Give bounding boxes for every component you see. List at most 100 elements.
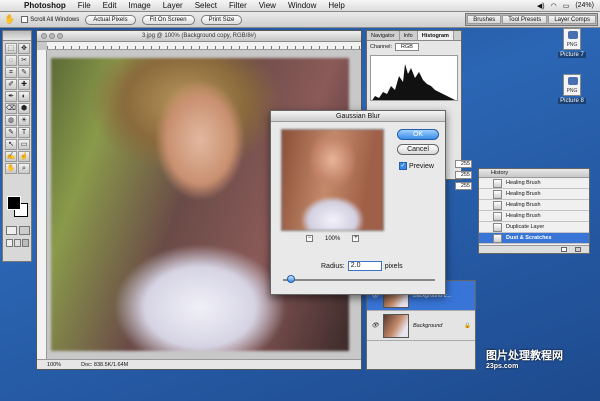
clone-stamp-tool-icon[interactable]: ✒ [5, 91, 17, 102]
checkbox-icon [21, 15, 29, 23]
dialog-title[interactable]: Gaussian Blur [271, 111, 445, 122]
full-screen-menu-icon[interactable] [14, 239, 21, 247]
close-icon[interactable] [41, 33, 47, 39]
menu-photoshop[interactable]: Photoshop [18, 1, 72, 10]
history-item-label: Healing Brush [506, 213, 541, 219]
color-swatches[interactable] [7, 196, 29, 218]
eyedropper-tool-icon[interactable]: ☝ [18, 151, 30, 162]
lasso-tool-icon[interactable]: ◌ [5, 55, 17, 66]
history-item[interactable]: Duplicate Layer [479, 222, 589, 233]
menu-file[interactable]: File [72, 1, 97, 10]
standard-mode-icon[interactable] [6, 226, 17, 235]
level-value-2[interactable]: 255 [455, 171, 472, 179]
standard-screen-icon[interactable] [6, 239, 13, 247]
dodge-tool-icon[interactable]: ☀ [18, 115, 30, 126]
healing-brush-tool-icon[interactable]: ✐ [5, 79, 17, 90]
zoom-out-icon[interactable]: − [306, 235, 313, 242]
document-statusbar: 100% Doc: 838.5K/1.64M [37, 359, 361, 369]
blur-preview[interactable] [281, 129, 384, 231]
zoom-icon[interactable] [57, 33, 63, 39]
foreground-color-swatch[interactable] [7, 196, 21, 210]
well-tab-layer-comps[interactable]: Layer Comps [548, 15, 596, 24]
vertical-ruler[interactable] [37, 50, 47, 359]
history-item-label: Healing Brush [506, 202, 541, 208]
menu-layer[interactable]: Layer [157, 1, 189, 10]
zoom-in-icon[interactable]: + [352, 235, 360, 242]
level-value-1[interactable]: 255 [455, 160, 472, 168]
trash-icon[interactable] [575, 247, 581, 252]
menu-select[interactable]: Select [189, 1, 223, 10]
tab-navigator[interactable]: Navigator [367, 31, 400, 40]
menu-help[interactable]: Help [322, 1, 350, 10]
level-value-3[interactable]: 255 [455, 182, 472, 190]
slice-tool-icon[interactable]: ✎ [18, 67, 30, 78]
battery-icon[interactable]: ▭ [563, 2, 570, 10]
brush-tool-icon[interactable]: ✚ [18, 79, 30, 90]
marquee-tool-icon[interactable]: ⬚ [5, 43, 17, 54]
move-tool-icon[interactable]: ✥ [18, 43, 30, 54]
magic-wand-tool-icon[interactable]: ✂ [18, 55, 30, 66]
history-brush-tool-icon[interactable]: ◐ [18, 91, 30, 102]
tab-histogram[interactable]: Histogram [417, 31, 454, 40]
history-item-label: Duplicate Layer [506, 224, 545, 230]
hand-tool-icon[interactable]: ✋ [5, 163, 17, 174]
radius-input[interactable]: 2.0 [347, 261, 382, 271]
fit-on-screen-button[interactable]: Fit On Screen [141, 14, 195, 25]
eraser-tool-icon[interactable]: ⌫ [5, 103, 17, 114]
toolbox-header[interactable] [3, 31, 31, 41]
print-size-button[interactable]: Print Size [200, 14, 243, 25]
cancel-button[interactable]: Cancel [397, 144, 439, 155]
shape-tool-icon[interactable]: ▭ [18, 139, 30, 150]
channel-label: Channel: [370, 44, 393, 50]
minimize-icon[interactable] [49, 33, 55, 39]
notes-tool-icon[interactable]: ✍ [5, 151, 17, 162]
radius-slider[interactable] [283, 275, 435, 283]
desktop-icon-picture-8[interactable]: PNG Picture 8 [552, 74, 592, 104]
scroll-all-windows-checkbox[interactable]: Scroll All Windows [21, 15, 79, 23]
type-tool-icon[interactable]: T [18, 127, 30, 138]
well-tab-brushes[interactable]: Brushes [467, 15, 502, 24]
pen-tool-icon[interactable]: ✎ [5, 127, 17, 138]
tab-info[interactable]: Info [400, 31, 418, 40]
radius-unit: pixels [384, 262, 403, 270]
toolbox: ⬚ ✥ ◌ ✂ ⌗ ✎ ✐ ✚ ✒ ◐ ⌫ ⬢ ◍ ☀ ✎ T ↖ ▭ ✍ ☝ … [2, 30, 32, 262]
preview-checkbox[interactable]: ✓ Preview [399, 162, 434, 170]
gradient-tool-icon[interactable]: ⬢ [18, 103, 30, 114]
document-titlebar[interactable]: 3.jpg @ 100% (Background copy, RGB/8#) [37, 31, 361, 42]
quick-mask-icon[interactable] [19, 226, 30, 235]
ok-button[interactable]: OK [397, 129, 439, 140]
new-snapshot-icon[interactable] [561, 247, 567, 252]
channel-select[interactable]: RGB [395, 43, 419, 51]
crop-tool-icon[interactable]: ⌗ [5, 67, 17, 78]
menu-image[interactable]: Image [122, 1, 156, 10]
menu-view[interactable]: View [253, 1, 282, 10]
blur-tool-icon[interactable]: ◍ [5, 115, 17, 126]
eye-icon[interactable]: 👁 [371, 322, 379, 330]
wifi-icon[interactable]: ◠ [551, 2, 557, 10]
history-item[interactable]: Healing Brush [479, 178, 589, 189]
menu-filter[interactable]: Filter [223, 1, 253, 10]
hand-tool-icon[interactable]: ✋ [4, 14, 15, 25]
desktop-icon-picture-7[interactable]: PNG Picture 7 [552, 28, 592, 58]
slider-knob[interactable] [287, 275, 295, 283]
document-size[interactable]: Doc: 838.5K/1.64M [81, 360, 128, 369]
history-item[interactable]: Healing Brush [479, 200, 589, 211]
full-screen-icon[interactable] [22, 239, 29, 247]
path-selection-tool-icon[interactable]: ↖ [5, 139, 17, 150]
horizontal-ruler[interactable] [47, 42, 361, 50]
volume-icon[interactable]: ◀) [537, 2, 545, 10]
layer-row[interactable]: 👁 Background 🔒 [367, 311, 475, 341]
menu-edit[interactable]: Edit [97, 1, 123, 10]
zoom-tool-icon[interactable]: ⌕ [18, 163, 30, 174]
menu-window[interactable]: Window [282, 1, 322, 10]
history-item[interactable]: Healing Brush [479, 189, 589, 200]
history-item[interactable]: Healing Brush [479, 211, 589, 222]
well-tab-tool-presets[interactable]: Tool Presets [502, 15, 548, 24]
layer-thumbnail [383, 313, 409, 338]
zoom-level[interactable]: 100% [47, 360, 61, 369]
actual-pixels-button[interactable]: Actual Pixels [85, 14, 136, 25]
history-title[interactable]: History [479, 169, 589, 178]
history-panel: History Healing Brush Healing Brush Heal… [478, 168, 590, 254]
history-item-selected[interactable]: Dust & Scratches [479, 233, 589, 244]
healing-brush-icon [493, 211, 502, 221]
